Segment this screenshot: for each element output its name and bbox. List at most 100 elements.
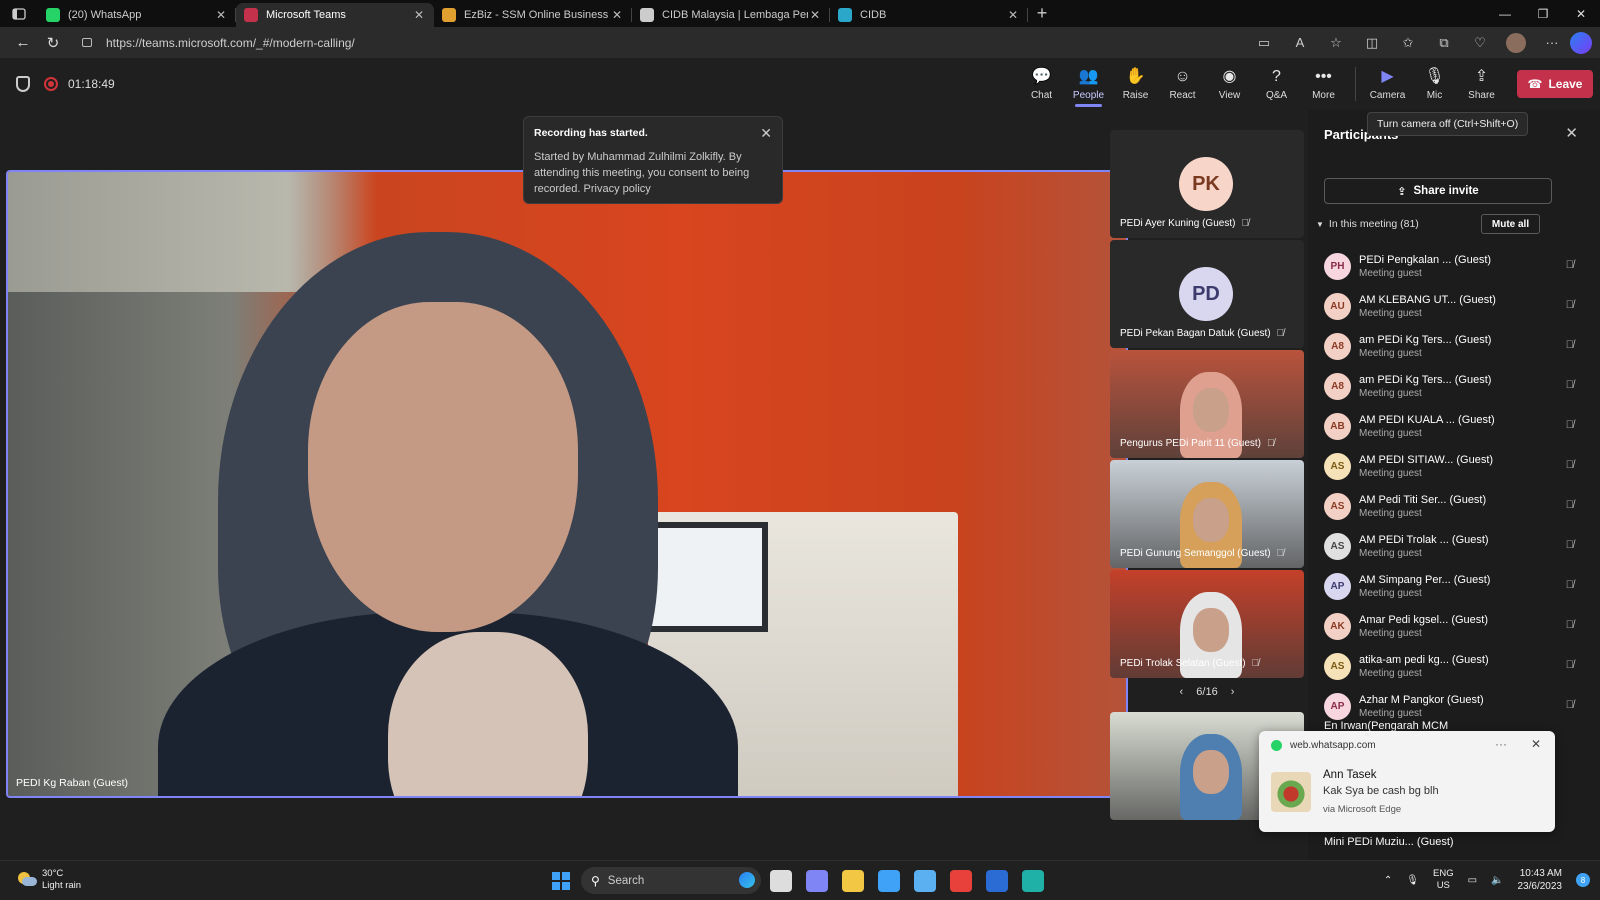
close-icon[interactable]: ✕ <box>1531 737 1541 751</box>
mic-off-icon[interactable]: 🎙̸ <box>1566 579 1574 591</box>
toolbar-people-button[interactable]: 👥 People <box>1065 58 1112 110</box>
toolbar-chat-button[interactable]: 💬 Chat <box>1018 58 1065 110</box>
url-field[interactable]: https://teams.microsoft.com/_#/modern-ca… <box>82 36 355 50</box>
participant-row[interactable]: AS AM Pedi Titi Ser... (Guest) Meeting gue… <box>1308 486 1600 526</box>
close-tab-icon[interactable]: ✕ <box>1006 8 1020 22</box>
favorites-icon[interactable]: ✩ <box>1390 35 1426 51</box>
browser-tab[interactable]: Microsoft Teams ✕ <box>236 3 434 27</box>
close-window-icon[interactable]: ✕ <box>1562 7 1600 21</box>
mic-off-icon[interactable]: 🎙̸ <box>1566 619 1574 631</box>
language-indicator[interactable]: ENG US <box>1433 868 1454 892</box>
participant-row[interactable]: PH PEDi Pengkalan ... (Guest) Meeting gues… <box>1308 246 1600 286</box>
close-tab-icon[interactable]: ✕ <box>610 8 624 22</box>
leave-button[interactable]: ☎ Leave <box>1517 70 1593 98</box>
split-screen-icon[interactable]: ◫ <box>1354 35 1390 51</box>
toolbar-view-button[interactable]: ◉ View <box>1206 58 1253 110</box>
wps-icon[interactable] <box>950 870 972 892</box>
mic-off-icon[interactable]: 🎙̸ <box>1566 379 1574 391</box>
in-meeting-toggle[interactable]: ▼ In this meeting (81) <box>1316 218 1419 230</box>
settings-app-icon[interactable] <box>914 870 936 892</box>
participant-row[interactable]: AS AM PEDi Trolak ... (Guest) Meeting gues… <box>1308 526 1600 566</box>
extensions-icon[interactable]: ♡ <box>1462 35 1498 51</box>
mic-off-icon[interactable]: 🎙̸ <box>1566 699 1574 711</box>
chevron-right-icon[interactable]: › <box>1231 686 1235 698</box>
collections-icon[interactable]: ⧉ <box>1426 35 1462 51</box>
close-tab-icon[interactable]: ✕ <box>808 8 822 22</box>
mic-off-icon[interactable]: 🎙̸ <box>1566 539 1574 551</box>
edge-icon[interactable] <box>1022 870 1044 892</box>
participant-row[interactable]: AS atika-am pedi kg... (Guest) Meeting gue… <box>1308 646 1600 686</box>
mic-off-icon: 🎙̸ <box>1276 328 1285 339</box>
toolbar-raise-button[interactable]: ✋ Raise <box>1112 58 1159 110</box>
video-thumbnail[interactable]: Pengurus PEDi Parit 11 (Guest) 🎙̸ <box>1110 350 1304 458</box>
weather-widget[interactable]: 30°C Light rain <box>16 868 81 892</box>
whatsapp-notification[interactable]: web.whatsapp.com ··· ✕ Ann Tasek Kak Sya… <box>1259 731 1555 832</box>
browser-tab[interactable]: CIDB ✕ <box>830 3 1028 27</box>
mic-off-icon[interactable]: 🎙̸ <box>1566 419 1574 431</box>
network-icon[interactable]: ▭ <box>1468 875 1477 886</box>
mute-all-button[interactable]: Mute all <box>1481 214 1540 234</box>
file-explorer-icon[interactable] <box>842 870 864 892</box>
minimize-icon[interactable]: — <box>1486 7 1524 21</box>
toolbar-share-button[interactable]: ⇪ Share <box>1458 58 1505 110</box>
participant-row[interactable]: A8 am PEDi Kg Ters... (Guest) Meeting gues… <box>1308 326 1600 366</box>
taskbar-search[interactable]: ⚲ Search <box>581 867 761 894</box>
copilot-icon[interactable] <box>1570 31 1592 54</box>
browser-menu-icon[interactable]: ··· <box>1534 35 1570 50</box>
more-icon[interactable]: ··· <box>1495 737 1507 751</box>
clock[interactable]: 10:43 AM 23/6/2023 <box>1518 867 1563 893</box>
mic-off-icon: 🎙 <box>1424 67 1445 85</box>
profile-avatar[interactable] <box>1506 32 1526 53</box>
new-tab-button[interactable]: + <box>1028 3 1056 24</box>
taskview-icon[interactable] <box>770 870 792 892</box>
read-aloud-icon[interactable]: A <box>1282 35 1318 50</box>
windows-taskbar: 30°C Light rain ⚲ Search ⌃ 🎙 ENG US ▭ 🔈 1… <box>0 860 1600 900</box>
close-icon[interactable]: ✕ <box>760 125 772 142</box>
video-thumbnail[interactable]: PK PEDi Ayer Kuning (Guest) 🎙̸ <box>1110 130 1304 238</box>
browser-tab[interactable]: EzBiz - SSM Online Business Reg✕ <box>434 3 632 27</box>
refresh-icon[interactable]: ↻ <box>38 34 68 52</box>
video-app-icon[interactable]: ▭ <box>1246 35 1282 51</box>
restore-icon[interactable]: ❐ <box>1524 7 1562 21</box>
teams-chat-icon[interactable] <box>806 870 828 892</box>
close-tab-icon[interactable]: ✕ <box>214 8 228 22</box>
share-invite-button[interactable]: ⇪ Share invite <box>1324 178 1552 204</box>
store-icon[interactable] <box>878 870 900 892</box>
mic-off-icon[interactable]: 🎙̸ <box>1566 459 1574 471</box>
main-video-tile[interactable]: PEDI Kg Raban (Guest) <box>6 170 1128 798</box>
participant-row[interactable]: AS AM PEDI SITIAW... (Guest) Meeting guest… <box>1308 446 1600 486</box>
participant-row[interactable]: AB AM PEDI KUALA ... (Guest) Meeting guest… <box>1308 406 1600 446</box>
browser-tab[interactable]: CIDB Malaysia | Lembaga Pemba✕ <box>632 3 830 27</box>
video-thumbnail[interactable]: PD PEDi Pekan Bagan Datuk (Guest) 🎙̸ <box>1110 240 1304 348</box>
browser-tab[interactable]: (20) WhatsApp ✕ <box>38 3 236 27</box>
participant-row[interactable]: A8 am PEDi Kg Ters... (Guest) Meeting gues… <box>1308 366 1600 406</box>
toolbar-qa-button[interactable]: ? Q&A <box>1253 58 1300 110</box>
tab-actions-icon[interactable] <box>0 0 38 27</box>
participant-row[interactable]: AP AM Simpang Per... (Guest) Meeting guest… <box>1308 566 1600 606</box>
participant-row[interactable]: AK Amar Pedi kgsel... (Guest) Meeting gues… <box>1308 606 1600 646</box>
mic-off-icon[interactable]: 🎙̸ <box>1566 259 1574 271</box>
chevron-left-icon[interactable]: ‹ <box>1180 686 1184 698</box>
favorite-star-icon[interactable]: ☆ <box>1318 35 1354 51</box>
mic-off-icon[interactable]: 🎙̸ <box>1566 339 1574 351</box>
microphone-icon[interactable]: 🎙 <box>1406 875 1419 886</box>
toolbar-mic-button[interactable]: 🎙 Mic <box>1411 58 1458 110</box>
participant-row-partial[interactable]: Mini PEDi Muziu... (Guest) <box>1308 830 1454 854</box>
close-tab-icon[interactable]: ✕ <box>412 8 426 22</box>
toolbar-react-button[interactable]: ☺ React <box>1159 58 1206 110</box>
mic-off-icon[interactable]: 🎙̸ <box>1566 499 1574 511</box>
mic-off-icon[interactable]: 🎙̸ <box>1566 299 1574 311</box>
video-thumbnail[interactable]: PEDi Gunung Semanggol (Guest) 🎙̸ <box>1110 460 1304 568</box>
start-button[interactable] <box>552 872 570 890</box>
word-icon[interactable] <box>986 870 1008 892</box>
notification-badge[interactable]: 8 <box>1576 873 1590 887</box>
mic-off-icon[interactable]: 🎙̸ <box>1566 659 1574 671</box>
toolbar-more-button[interactable]: ••• More <box>1300 58 1347 110</box>
video-thumbnail[interactable]: PEDi Trolak Selatan (Guest) 🎙̸ <box>1110 570 1304 678</box>
toolbar-camera-button[interactable]: ▶ Camera <box>1364 58 1411 110</box>
close-icon[interactable]: ✕ <box>1565 124 1578 142</box>
back-icon[interactable]: ← <box>8 34 38 51</box>
participant-row[interactable]: AU AM KLEBANG UT... (Guest) Meeting guest 🎙… <box>1308 286 1600 326</box>
chevron-up-icon[interactable]: ⌃ <box>1384 875 1392 886</box>
volume-icon[interactable]: 🔈 <box>1491 875 1503 886</box>
